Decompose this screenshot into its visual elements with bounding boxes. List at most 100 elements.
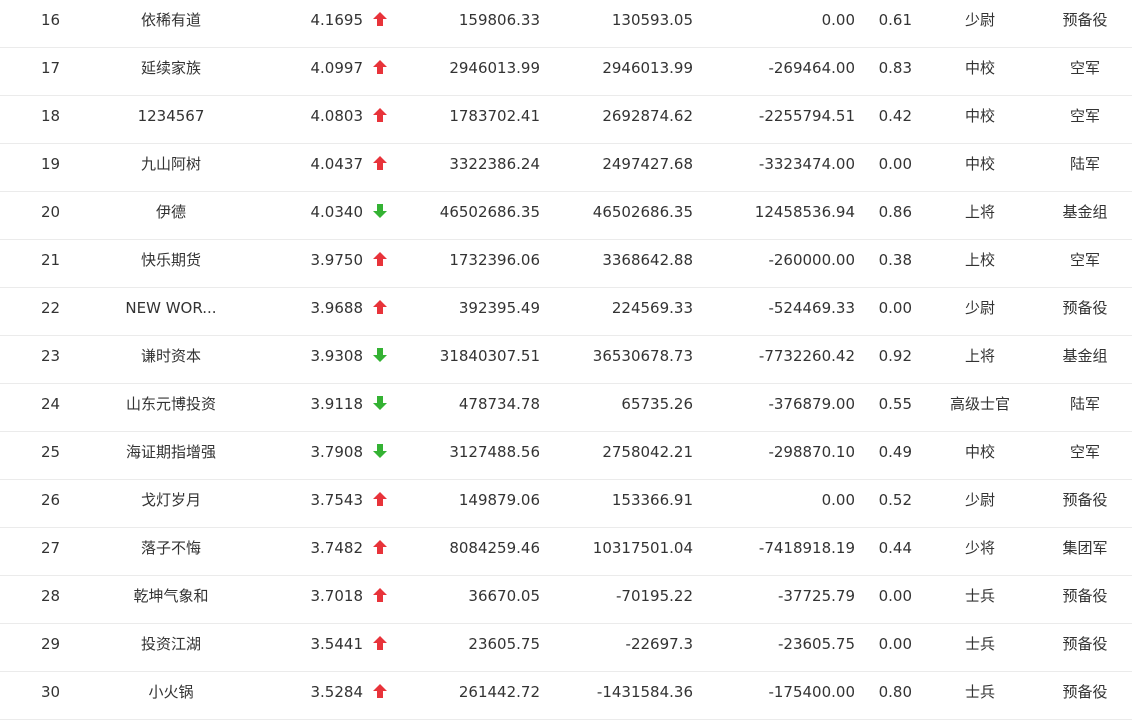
account-name-link[interactable]: 落子不悔 (96, 528, 246, 576)
table-row[interactable]: 17 延续家族 4.0997 2946013.99 2946013.99 -269464.… (0, 48, 1132, 96)
account-name-link[interactable]: NEW WOR... (96, 288, 246, 336)
rank-cell: 24 (40, 395, 61, 413)
ratio-cell: 0.00 (878, 635, 912, 653)
score-cell: 3.9118 (310, 395, 364, 413)
account-name-link[interactable]: 快乐期货 (96, 240, 246, 288)
group-cell: 预备役 (1062, 491, 1108, 509)
rank-cell: 30 (40, 683, 61, 701)
ratio-cell: 0.52 (878, 491, 912, 509)
score-cell: 4.0340 (310, 203, 364, 221)
net-value-cell: 224569.33 (611, 299, 693, 317)
military-rank-cell: 中校 (964, 443, 995, 461)
table-row[interactable]: 20 伊德 4.0340 46502686.35 46502686.35 12458536… (0, 192, 1132, 240)
equity-cell: 31840307.51 (439, 347, 540, 365)
net-value-cell: 153366.91 (611, 491, 693, 509)
arrow-up-icon (372, 683, 388, 699)
score-cell: 3.5284 (310, 683, 364, 701)
account-name-link[interactable]: 谦时资本 (96, 336, 246, 384)
score-cell: 4.0437 (310, 155, 364, 173)
score-cell: 4.0997 (310, 59, 364, 77)
account-name-link[interactable]: 小火锅 (96, 672, 246, 720)
group-cell: 集团军 (1062, 539, 1108, 557)
ranking-table: 16 依稀有道 4.1695 159806.33 130593.05 0.00 0.61 少尉… (0, 0, 1132, 720)
table-row[interactable]: 22 NEW WOR... 3.9688 392395.49 224569.33 -524… (0, 288, 1132, 336)
equity-cell: 261442.72 (458, 683, 540, 701)
arrow-down-icon (372, 395, 388, 411)
table-row[interactable]: 30 小火锅 3.5284 261442.72 -1431584.36 -175400.0… (0, 672, 1132, 720)
ratio-cell: 0.49 (878, 443, 912, 461)
rank-cell: 23 (40, 347, 61, 365)
group-cell: 预备役 (1062, 11, 1108, 29)
account-name-link[interactable]: 戈灯岁月 (96, 480, 246, 528)
profit-cell: -7418918.19 (758, 539, 855, 557)
ratio-cell: 0.55 (878, 395, 912, 413)
rank-cell: 20 (40, 203, 61, 221)
account-name-link[interactable]: 海证期指增强 (96, 432, 246, 480)
profit-cell: -298870.10 (768, 443, 855, 461)
profit-cell: -524469.33 (768, 299, 855, 317)
ratio-cell: 0.92 (878, 347, 912, 365)
score-cell: 3.7018 (310, 587, 364, 605)
rank-cell: 26 (40, 491, 61, 509)
arrow-up-icon (372, 491, 388, 507)
ratio-cell: 0.44 (878, 539, 912, 557)
military-rank-cell: 中校 (964, 59, 995, 77)
military-rank-cell: 少将 (964, 539, 995, 557)
rank-cell: 27 (40, 539, 61, 557)
account-name-link[interactable]: 山东元博投资 (96, 384, 246, 432)
table-row[interactable]: 28 乾坤气象和 3.7018 36670.05 -70195.22 -37725.79 0… (0, 576, 1132, 624)
equity-cell: 46502686.35 (439, 203, 540, 221)
net-value-cell: 10317501.04 (592, 539, 693, 557)
table-row[interactable]: 18 1234567 4.0803 1783702.41 2692874.62 -2255… (0, 96, 1132, 144)
military-rank-cell: 上校 (964, 251, 995, 269)
group-cell: 预备役 (1062, 299, 1108, 317)
ratio-cell: 0.80 (878, 683, 912, 701)
net-value-cell: 130593.05 (611, 11, 693, 29)
net-value-cell: 36530678.73 (592, 347, 693, 365)
table-row[interactable]: 16 依稀有道 4.1695 159806.33 130593.05 0.00 0.61 少尉… (0, 0, 1132, 48)
military-rank-cell: 中校 (964, 107, 995, 125)
net-value-cell: 2758042.21 (602, 443, 693, 461)
military-rank-cell: 士兵 (964, 683, 995, 701)
arrow-down-icon (372, 203, 388, 219)
account-name-link[interactable]: 乾坤气象和 (96, 576, 246, 624)
table-row[interactable]: 23 谦时资本 3.9308 31840307.51 36530678.73 -77322… (0, 336, 1132, 384)
equity-cell: 8084259.46 (449, 539, 540, 557)
group-cell: 陆军 (1069, 155, 1100, 173)
table-row[interactable]: 19 九山阿树 4.0437 3322386.24 2497427.68 -3323474… (0, 144, 1132, 192)
arrow-up-icon (372, 59, 388, 75)
equity-cell: 3127488.56 (449, 443, 540, 461)
net-value-cell: 65735.26 (621, 395, 693, 413)
account-name-link[interactable]: 1234567 (96, 96, 246, 144)
account-name-link[interactable]: 依稀有道 (96, 0, 246, 48)
group-cell: 陆军 (1069, 395, 1100, 413)
account-name-link[interactable]: 九山阿树 (96, 144, 246, 192)
account-name-link[interactable]: 延续家族 (96, 48, 246, 96)
table-row[interactable]: 29 投资江湖 3.5441 23605.75 -22697.3 -23605.75 0.0… (0, 624, 1132, 672)
net-value-cell: -1431584.36 (596, 683, 693, 701)
ratio-cell: 0.00 (878, 587, 912, 605)
profit-cell: -3323474.00 (758, 155, 855, 173)
account-name-link[interactable]: 投资江湖 (96, 624, 246, 672)
equity-cell: 478734.78 (458, 395, 540, 413)
net-value-cell: 3368642.88 (602, 251, 693, 269)
military-rank-cell: 上将 (964, 203, 995, 221)
profit-cell: 12458536.94 (754, 203, 855, 221)
group-cell: 基金组 (1062, 347, 1108, 365)
table-row[interactable]: 25 海证期指增强 3.7908 3127488.56 2758042.21 -29887… (0, 432, 1132, 480)
equity-cell: 1732396.06 (449, 251, 540, 269)
table-row[interactable]: 21 快乐期货 3.9750 1732396.06 3368642.88 -260000.… (0, 240, 1132, 288)
arrow-down-icon (372, 347, 388, 363)
table-row[interactable]: 27 落子不悔 3.7482 8084259.46 10317501.04 -741891… (0, 528, 1132, 576)
rank-cell: 22 (40, 299, 61, 317)
equity-cell: 2946013.99 (449, 59, 540, 77)
military-rank-cell: 上将 (964, 347, 995, 365)
ratio-cell: 0.86 (878, 203, 912, 221)
group-cell: 空军 (1069, 59, 1100, 77)
account-name-link[interactable]: 伊德 (96, 192, 246, 240)
arrow-up-icon (372, 155, 388, 171)
table-row[interactable]: 24 山东元博投资 3.9118 478734.78 65735.26 -376879.0… (0, 384, 1132, 432)
arrow-down-icon (372, 443, 388, 459)
profit-cell: -23605.75 (778, 635, 855, 653)
table-row[interactable]: 26 戈灯岁月 3.7543 149879.06 153366.91 0.00 0.52 少尉… (0, 480, 1132, 528)
